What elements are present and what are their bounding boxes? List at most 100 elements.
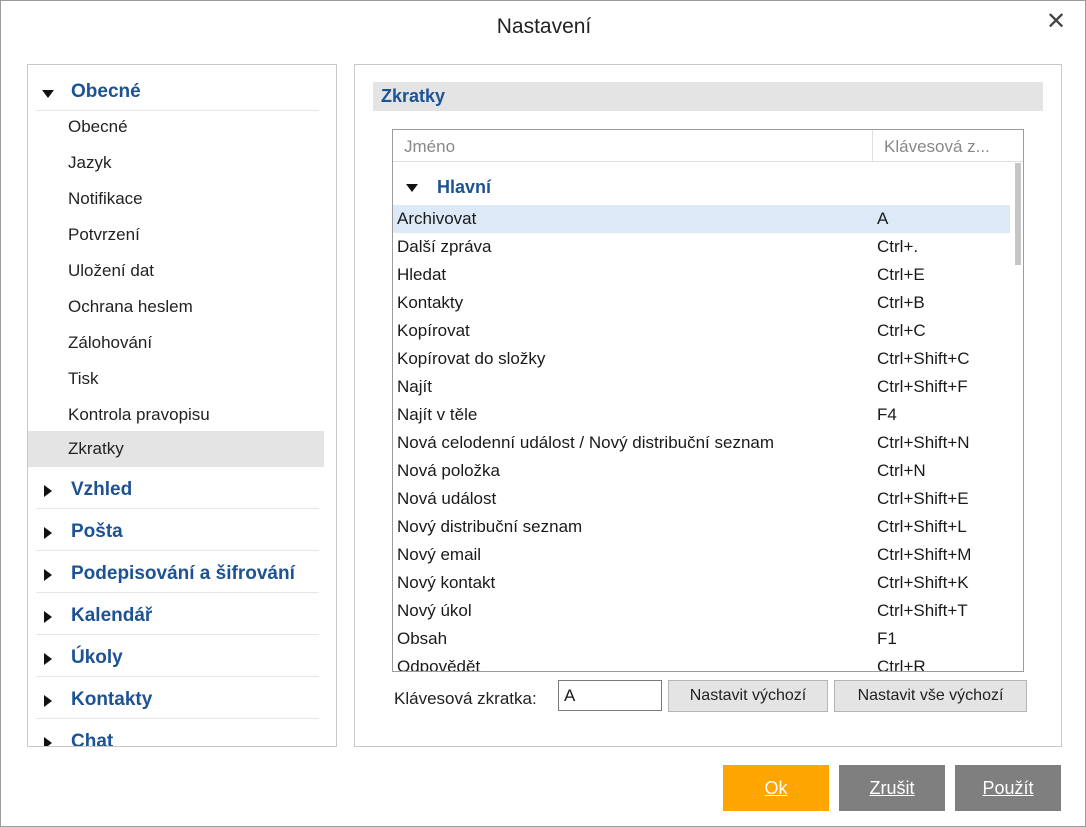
- cancel-button[interactable]: Zrušit: [839, 765, 945, 811]
- nav-group-label: Úkoly: [71, 647, 123, 668]
- apply-button[interactable]: Použít: [955, 765, 1061, 811]
- table-row[interactable]: Archivovat A: [393, 205, 1010, 233]
- table-rows: Archivovat A Další zpráva Ctrl+. Hledat Ctrl+…: [393, 205, 1010, 672]
- nav-group-label: Vzhled: [71, 479, 133, 500]
- nav-group-podepisovani[interactable]: Podepisování a šifrování: [36, 557, 319, 593]
- settings-nav: Obecné Obecné Jazyk Notifikace Potvrzení…: [27, 64, 337, 747]
- nav-group-chat[interactable]: Chat: [36, 725, 319, 747]
- table-group-label: Hlavní: [437, 177, 492, 197]
- expanded-arrow-icon: [406, 184, 418, 192]
- nav-group-ukoly[interactable]: Úkoly: [36, 641, 319, 677]
- table-row[interactable]: Obsah F1: [393, 625, 1010, 653]
- row-shortcut-cell: Ctrl+Shift+E: [877, 489, 969, 508]
- column-header-name[interactable]: Jméno: [393, 130, 873, 162]
- nav-group-label: Chat: [71, 731, 114, 747]
- table-row[interactable]: Kontakty Ctrl+B: [393, 289, 1010, 317]
- nav-item-jazyk[interactable]: Jazyk: [28, 145, 324, 181]
- row-name-cell: Nový úkol: [397, 601, 472, 620]
- nav-item-kontrola-pravopisu[interactable]: Kontrola pravopisu: [28, 397, 324, 433]
- dialog-title: Nastavení: [496, 15, 592, 38]
- row-name-cell: Kontakty: [397, 293, 464, 312]
- table-row[interactable]: Nová celodenní událost / Nový distribučn…: [393, 429, 1010, 457]
- row-name-cell: Najít v těle: [397, 405, 478, 424]
- shortcut-input[interactable]: A: [558, 680, 662, 711]
- expanded-arrow-icon: [42, 90, 54, 98]
- nav-item-tisk[interactable]: Tisk: [28, 361, 324, 397]
- row-shortcut-cell: Ctrl+E: [877, 265, 925, 284]
- nav-group-kalendar[interactable]: Kalendář: [36, 599, 319, 635]
- table-row[interactable]: Najít Ctrl+Shift+F: [393, 373, 1010, 401]
- set-default-button[interactable]: Nastavit výchozí: [668, 680, 828, 712]
- table-row[interactable]: Odpovědět Ctrl+R: [393, 653, 1010, 672]
- row-name-cell: Kopírovat: [397, 321, 470, 340]
- row-shortcut-cell: F4: [877, 405, 897, 424]
- nav-item-obecne[interactable]: Obecné: [28, 109, 324, 145]
- shortcut-field-label: Klávesová zkratka:: [394, 689, 537, 708]
- row-shortcut-cell: Ctrl+Shift+F: [877, 377, 968, 396]
- nav-item-zkratky[interactable]: Zkratky: [28, 431, 324, 467]
- nav-item-notifikace[interactable]: Notifikace: [28, 181, 324, 217]
- nav-group-obecne[interactable]: Obecné: [36, 75, 319, 111]
- row-name-cell: Odpovědět: [397, 657, 481, 672]
- nav-item-ochrana-heslem[interactable]: Ochrana heslem: [28, 289, 324, 325]
- row-name-cell: Nový kontakt: [397, 573, 496, 592]
- shortcuts-table: Jméno Klávesová z... Hlavní Archivovat A D…: [392, 129, 1024, 672]
- collapsed-arrow-icon: [44, 527, 52, 539]
- row-shortcut-cell: A: [877, 209, 889, 228]
- close-icon[interactable]: ✕: [1043, 9, 1069, 35]
- table-group-hlavni[interactable]: Hlavní: [393, 172, 1013, 202]
- row-name-cell: Další zpráva: [397, 237, 492, 256]
- collapsed-arrow-icon: [44, 611, 52, 623]
- column-header-shortcut[interactable]: Klávesová z...: [873, 130, 1023, 162]
- table-row[interactable]: Nový kontakt Ctrl+Shift+K: [393, 569, 1010, 597]
- section-header: Zkratky: [373, 82, 1043, 111]
- row-shortcut-cell: Ctrl+Shift+K: [877, 573, 969, 592]
- table-row[interactable]: Najít v těle F4: [393, 401, 1010, 429]
- row-shortcut-cell: Ctrl+B: [877, 293, 925, 312]
- settings-dialog: Nastavení ✕ Obecné Obecné Jazyk Notifika…: [0, 0, 1086, 827]
- table-row[interactable]: Nový email Ctrl+Shift+M: [393, 541, 1010, 569]
- row-name-cell: Kopírovat do složky: [397, 349, 546, 368]
- table-row[interactable]: Nová položka Ctrl+N: [393, 457, 1010, 485]
- scrollbar-thumb[interactable]: [1015, 163, 1021, 265]
- row-shortcut-cell: Ctrl+R: [877, 657, 926, 672]
- table-row[interactable]: Kopírovat Ctrl+C: [393, 317, 1010, 345]
- row-shortcut-cell: Ctrl+Shift+L: [877, 517, 967, 536]
- row-name-cell: Nová celodenní událost / Nový distribučn…: [397, 433, 775, 452]
- nav-group-label: Pošta: [71, 521, 123, 542]
- table-row[interactable]: Další zpráva Ctrl+.: [393, 233, 1010, 261]
- set-all-default-button[interactable]: Nastavit vše výchozí: [834, 680, 1027, 712]
- nav-group-vzhled[interactable]: Vzhled: [36, 473, 319, 509]
- nav-item-potvrzeni[interactable]: Potvrzení: [28, 217, 324, 253]
- row-shortcut-cell: Ctrl+C: [877, 321, 926, 340]
- nav-group-label: Obecné: [71, 81, 141, 102]
- section-title: Zkratky: [381, 86, 446, 106]
- table-row[interactable]: Nová událost Ctrl+Shift+E: [393, 485, 1010, 513]
- row-name-cell: Nový distribuční seznam: [397, 517, 583, 536]
- nav-item-ulozeni-dat[interactable]: Uložení dat: [28, 253, 324, 289]
- nav-group-posta[interactable]: Pošta: [36, 515, 319, 551]
- table-row[interactable]: Kopírovat do složky Ctrl+Shift+C: [393, 345, 1010, 373]
- row-shortcut-cell: Ctrl+Shift+M: [877, 545, 972, 564]
- collapsed-arrow-icon: [44, 653, 52, 665]
- row-shortcut-cell: Ctrl+.: [877, 237, 919, 256]
- nav-group-label: Kalendář: [71, 605, 153, 626]
- nav-group-label: Podepisování a šifrování: [71, 563, 295, 584]
- row-shortcut-cell: F1: [877, 629, 897, 648]
- row-name-cell: Nový email: [397, 545, 482, 564]
- collapsed-arrow-icon: [44, 485, 52, 497]
- ok-button[interactable]: Ok: [723, 765, 829, 811]
- row-name-cell: Nová událost: [397, 489, 497, 508]
- table-header: Jméno Klávesová z...: [393, 130, 1023, 162]
- table-row[interactable]: Nový distribuční seznam Ctrl+Shift+L: [393, 513, 1010, 541]
- row-name-cell: Hledat: [397, 265, 447, 284]
- nav-group-kontakty[interactable]: Kontakty: [36, 683, 319, 719]
- nav-item-zalohovani[interactable]: Zálohování: [28, 325, 324, 361]
- table-row[interactable]: Hledat Ctrl+E: [393, 261, 1010, 289]
- table-scrollbar[interactable]: [1015, 163, 1021, 669]
- collapsed-arrow-icon: [44, 695, 52, 707]
- table-row[interactable]: Nový úkol Ctrl+Shift+T: [393, 597, 1010, 625]
- row-shortcut-cell: Ctrl+Shift+C: [877, 349, 970, 368]
- row-name-cell: Nová položka: [397, 461, 501, 480]
- row-name-cell: Archivovat: [397, 209, 477, 228]
